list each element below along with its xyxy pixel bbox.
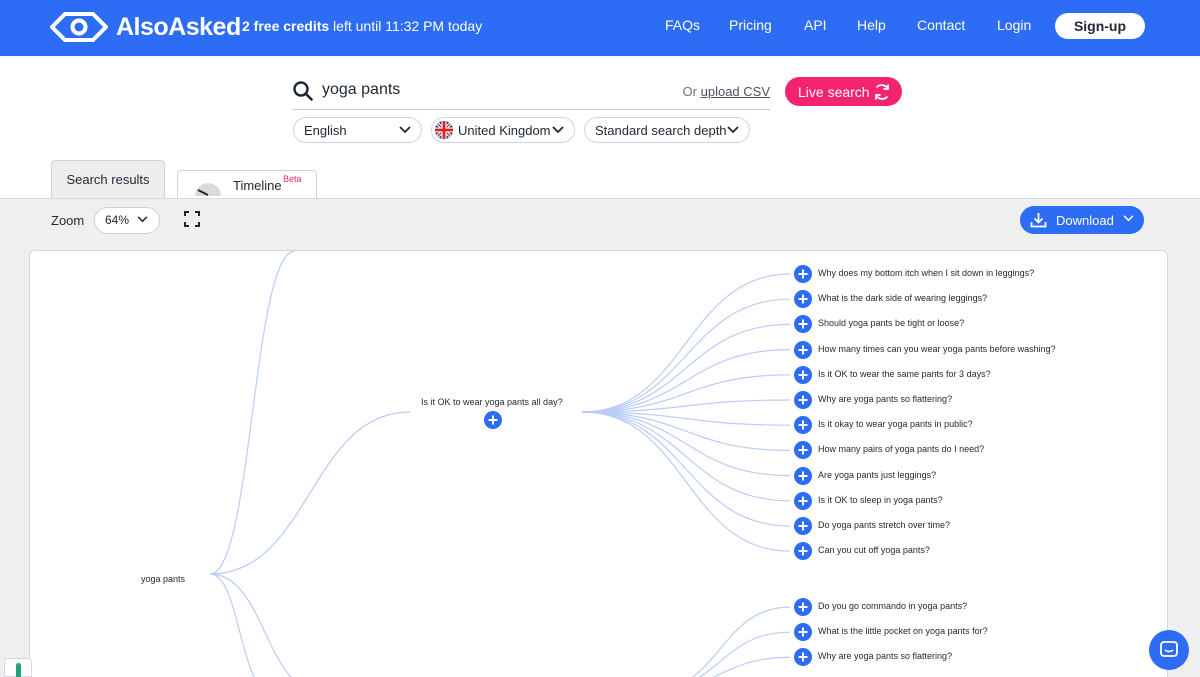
search-bar: Or upload CSV [292,76,770,110]
expand-plus-icon[interactable] [794,466,812,485]
chevron-down-icon [399,126,411,134]
depth-value: Standard search depth [595,122,727,138]
question-node[interactable]: What is the little pocket on yoga pants … [818,626,988,636]
tree-links [209,251,791,677]
question-node[interactable]: Is it OK to sleep in yoga pants? [818,495,943,505]
question-node[interactable]: How many times can you wear yoga pants b… [818,344,1056,354]
top-navbar: AlsoAsked 2 free credits left until 11:3… [0,0,1200,56]
question-map-canvas[interactable]: yoga pants Is it OK to wear yoga pants a… [29,250,1168,677]
tree-link [581,411,791,527]
expand-plus-icon[interactable] [794,391,812,409]
root-node: yoga pants [141,574,186,584]
chevron-down-icon [137,216,148,223]
tree-link [698,631,791,677]
nav-help[interactable]: Help [857,17,886,33]
chevron-down-icon [1123,215,1134,222]
chat-icon [1160,641,1178,657]
accessibility-widget[interactable] [4,658,32,677]
logo-text: AlsoAsked [116,12,241,41]
logo-icon [50,12,108,42]
region-value: United Kingdom [458,122,551,138]
question-node[interactable]: Why are yoga pants so flattering? [818,651,952,661]
refresh-icon [875,84,889,100]
chevron-down-icon [552,126,564,134]
upload-csv: Or upload CSV [683,84,770,99]
question-node[interactable]: Why are yoga pants so flattering? [818,394,952,404]
nav-api[interactable]: API [804,17,827,33]
expand-plus-icon[interactable] [794,517,812,535]
question-node[interactable]: How many pairs of yoga pants do I need? [818,444,984,454]
uk-flag-icon [435,121,453,139]
zoom-value: 64% [105,213,130,227]
expand-plus-icon[interactable] [794,265,812,283]
question-node[interactable]: Why does my bottom itch when I sit down … [818,268,1034,278]
region-select[interactable]: United Kingdom [431,117,575,143]
expand-plus-icon[interactable] [794,491,812,510]
tree-link [691,606,791,677]
upload-csv-link[interactable]: upload CSV [701,84,770,99]
question-node[interactable]: What is the dark side of wearing legging… [818,293,987,303]
beta-badge: Beta [283,174,302,184]
question-node[interactable]: Do yoga pants stretch over time? [818,520,950,530]
expand-plus-icon[interactable] [794,365,812,384]
tree-link [581,411,791,477]
chevron-down-icon [727,126,739,134]
tree-link [581,323,791,413]
tree-link [581,273,791,413]
branch-node: Is it OK to wear yoga pants all day? [421,397,563,407]
depth-select[interactable]: Standard search depth [584,117,750,143]
download-button[interactable]: Download [1020,206,1144,234]
search-icon [293,81,313,101]
search-input[interactable] [322,81,662,99]
credits-notice: 2 free credits left until 11:32 PM today [242,18,482,34]
question-node[interactable]: Can you cut off yoga pants? [818,545,930,555]
question-node[interactable]: Is it okay to wear yoga pants in public? [818,419,973,429]
nav-pricing[interactable]: Pricing [729,17,772,33]
expand-plus-icon[interactable] [794,598,812,616]
expand-plus-icon[interactable] [484,411,502,429]
fullscreen-icon[interactable] [184,211,200,227]
tab-search-results[interactable]: Search results [51,160,165,198]
zoom-select[interactable]: 64% [94,207,160,234]
question-node[interactable]: Do you go commando in yoga pants? [818,601,967,611]
question-node[interactable]: Are yoga pants just leggings? [818,470,936,480]
nav-login[interactable]: Login [997,17,1031,33]
tree-link [581,349,791,413]
nav-faqs[interactable]: FAQs [665,17,700,33]
gauge-icon [195,183,221,196]
widget-icon [16,663,21,677]
zoom-label: Zoom [51,213,85,228]
signup-button[interactable]: Sign-up [1055,13,1145,39]
tree-link [209,251,296,575]
upload-prefix: Or [682,84,697,99]
logo[interactable]: AlsoAsked [50,11,241,43]
tab-timeline[interactable]: Timeline Beta [177,170,317,198]
question-node[interactable]: Should yoga pants be tight or loose? [818,318,964,328]
tree-link [712,656,791,677]
tab-timeline-label: Timeline [233,178,282,193]
expand-plus-icon[interactable] [794,340,812,359]
nav-contact[interactable]: Contact [917,17,965,33]
chat-launcher[interactable] [1149,630,1189,670]
language-value: English [304,122,347,138]
live-search-label: Live search [798,83,870,100]
question-node[interactable]: Is it OK to wear the same pants for 3 da… [818,369,991,379]
live-search-button[interactable]: Live search [785,77,902,106]
tree-link [581,411,791,552]
tree-link [581,411,791,451]
language-select[interactable]: English [293,117,422,143]
tree-link [209,411,411,575]
tree-link [581,298,791,413]
download-label: Download [1056,213,1114,228]
credits-expiry: left until 11:32 PM today [329,18,483,34]
credits-count: 2 free credits [242,18,330,34]
download-icon [1030,213,1047,228]
